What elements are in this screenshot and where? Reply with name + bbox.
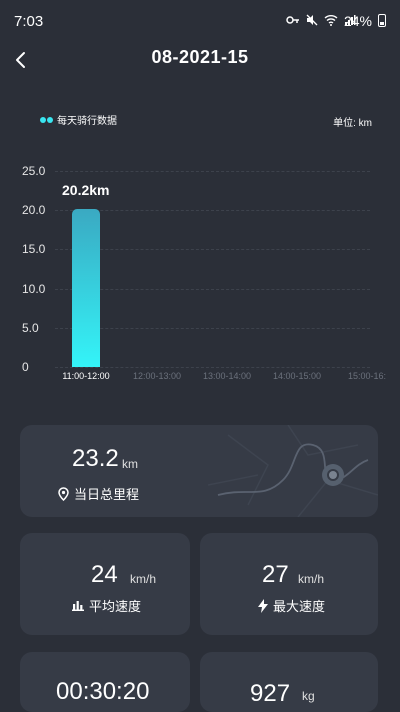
location-pin-icon xyxy=(58,486,69,501)
key-icon xyxy=(286,16,299,24)
calories-value: 927 xyxy=(250,680,291,707)
grid-line xyxy=(55,210,370,212)
total-distance-unit: km xyxy=(122,457,138,471)
x-tick-label: 15:00-16: xyxy=(347,371,387,381)
calories-unit: kg xyxy=(302,689,315,703)
grid-line xyxy=(55,288,370,290)
avg-speed-label: 平均速度 xyxy=(89,599,142,614)
total-distance-caption: 当日总里程 xyxy=(58,484,139,503)
y-tick-label: 5.0 xyxy=(22,320,39,335)
grid-line xyxy=(55,367,370,368)
lightning-icon xyxy=(258,598,268,613)
header: 08-2021-15 xyxy=(0,40,400,80)
duration-value: 00:30:20 xyxy=(56,678,150,705)
max-speed-card[interactable]: 27 km/h 最大速度 xyxy=(200,533,378,635)
y-tick-label: 0 xyxy=(22,360,29,374)
x-tick-label: 13:00-14:00 xyxy=(202,371,252,381)
y-tick-label: 20.0 xyxy=(22,203,46,218)
max-speed-caption: 最大速度 xyxy=(258,596,325,615)
status-time: 7:03 xyxy=(14,13,44,30)
avg-speed-unit: km/h xyxy=(130,572,157,586)
x-tick-label: 14:00-15:00 xyxy=(272,371,322,381)
total-distance-label: 当日总里程 xyxy=(74,487,140,502)
total-distance-card[interactable]: 23.2 km 当日总里程 xyxy=(20,425,378,517)
x-tick-label: 12:00-13:00 xyxy=(132,371,182,381)
y-tick-label: 25.0 xyxy=(22,164,46,178)
route-map-decoration xyxy=(208,425,378,517)
wifi-icon xyxy=(324,15,338,26)
y-tick-label: 15.0 xyxy=(22,242,46,257)
y-tick-label: 10.0 xyxy=(22,281,46,296)
total-distance-value: 23.2 xyxy=(72,445,119,472)
chart-bar[interactable] xyxy=(72,208,100,367)
mute-icon xyxy=(306,14,318,26)
legend-dot-icon xyxy=(40,116,53,123)
max-speed-unit: km/h xyxy=(298,572,325,586)
avg-speed-caption: 平均速度 xyxy=(72,596,141,615)
grid-line xyxy=(55,327,370,329)
calories-card[interactable]: 927 kg xyxy=(200,652,378,712)
page-title: 08-2021-15 xyxy=(151,47,249,67)
legend-label: 每天骑行数据 xyxy=(57,116,117,127)
battery-percent: 24% xyxy=(343,13,372,29)
bar-chart-icon xyxy=(72,601,84,611)
avg-speed-card[interactable]: 24 km/h 平均速度 xyxy=(20,533,190,635)
bar-data-label: 20.2km xyxy=(62,182,110,198)
x-tick-label: 11:00-12:00 xyxy=(62,371,110,381)
grid-line xyxy=(55,171,370,172)
max-speed-label: 最大速度 xyxy=(273,599,326,614)
battery-icon xyxy=(378,14,386,27)
status-bar: 7:03 24% xyxy=(0,0,400,40)
max-speed-value: 27 xyxy=(262,561,289,588)
chart-unit-label: 单位: km xyxy=(333,118,372,129)
avg-speed-value: 24 xyxy=(91,561,118,588)
duration-card[interactable]: 00:30:20 xyxy=(20,652,190,712)
chart-legend: 每天骑行数据 xyxy=(40,112,117,127)
grid-line xyxy=(55,249,370,251)
